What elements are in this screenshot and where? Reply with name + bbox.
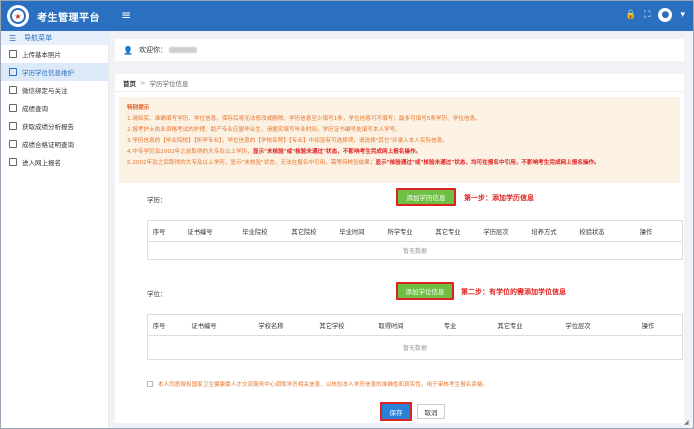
sidebar-item-education[interactable]: 学历学位信息维护 — [1, 63, 108, 81]
consent-row: 本人同意授权国家卫生健康委人才交流服务中心调取学历相关信息，以核验本人学历信息的… — [147, 380, 488, 388]
notice-text: 4.中专学历及2002年之前取得的大专及以上学历， — [127, 149, 253, 155]
column-header: 学位层次 — [565, 322, 591, 330]
notice-line: 4.中专学历及2002年之前取得的大专及以上学历，显示"未核验"或"核验未通过"… — [127, 147, 672, 158]
breadcrumb-current: 学历学位信息 — [149, 79, 189, 88]
column-header: 其它学校 — [319, 322, 345, 330]
save-button[interactable]: 保存 — [380, 402, 412, 421]
column-header: 序号 — [152, 322, 166, 330]
lock-icon[interactable]: 🔒 — [625, 10, 636, 20]
sidebar-item-upload-photo[interactable]: 上传基本照片 — [1, 45, 108, 63]
column-header: 其它专业 — [497, 322, 523, 330]
wechat-icon — [9, 86, 17, 94]
step-one-text: 第一步：添加学历信息 — [464, 194, 534, 202]
degree-table: 序号 证书编号 学校名称 其它学校 取得时间 专业 其它专业 学位层次 操作 暂… — [147, 314, 683, 360]
add-education-button[interactable]: 添加学历信息 — [396, 188, 456, 206]
welcome-text: 欢迎你： — [138, 46, 167, 54]
document-icon — [9, 68, 17, 76]
step-two-text: 第二步：有学位的需添加学位信息 — [461, 288, 566, 296]
sidebar-item-certificate[interactable]: 成绩合格证明查询 — [1, 135, 108, 153]
hamburger-icon[interactable]: ≡ — [121, 9, 133, 21]
breadcrumb-separator: > — [140, 78, 146, 87]
column-header: 操作 — [641, 322, 655, 330]
column-header: 其它院校 — [291, 228, 317, 236]
sidebar-heading-label: 导航菜单 — [24, 34, 53, 42]
sidebar-item-label: 成绩合格证明查询 — [22, 141, 74, 149]
column-header: 毕业时间 — [339, 228, 365, 236]
sidebar-heading: ☰ 导航菜单 — [1, 31, 108, 45]
notice-title: 特别提示 — [127, 105, 150, 111]
sidebar-item-label: 成绩查询 — [22, 105, 48, 113]
column-header: 其它专业 — [435, 228, 461, 236]
file-icon — [9, 104, 17, 112]
sidebar-item-label: 获取成绩分析报告 — [22, 123, 74, 131]
column-header: 取得时间 — [378, 322, 404, 330]
top-bar: ★ 考生管理平台 ≡ 🔒 ⛶ ● ▾ — [1, 1, 693, 31]
column-header: 校验状态 — [579, 228, 605, 236]
sidebar-item-label: 上传基本照片 — [22, 51, 61, 59]
notice-text: 5.2002年及之后取得的大专及以上学历，显示"未核验"状态，无法在报名中引用，… — [127, 160, 376, 166]
user-icon: 👤 — [123, 45, 133, 55]
column-header: 所学专业 — [387, 228, 413, 236]
notice-line: 3.学历信息的【毕业院校】【所学专业】，学位信息的【学校名称】【专业】中如没有可… — [127, 138, 448, 144]
resize-handle-icon[interactable]: ◢ — [684, 419, 692, 427]
menu-icon: ☰ — [9, 33, 17, 43]
logo: ★ — [7, 5, 29, 27]
table-header: 序号 证书编号 毕业院校 其它院校 毕业时间 所学专业 其它专业 学历层次 培养… — [148, 221, 682, 242]
app-title: 考生管理平台 — [37, 12, 100, 24]
education-label: 学历： — [147, 196, 167, 204]
breadcrumb-home[interactable]: 首页 — [123, 78, 136, 88]
column-header: 序号 — [152, 228, 166, 236]
redacted-username — [168, 47, 197, 53]
image-icon — [9, 50, 17, 58]
notice-line: 2.报考护士执业资格考试的护理、助产专业应届毕业生，请据实填写毕业时间，学历证书… — [127, 127, 401, 133]
notice-box: 特别提示 1.请如实、准确填写学历、学位信息，保存后将无法修改或删除。学历信息至… — [119, 97, 680, 183]
column-header: 证书编号 — [187, 228, 213, 236]
sidebar-item-label: 微信绑定与关注 — [22, 87, 68, 95]
chevron-down-icon[interactable]: ▾ — [680, 10, 685, 20]
fullscreen-icon[interactable]: ⛶ — [644, 10, 650, 20]
column-header: 专业 — [443, 322, 457, 330]
column-header: 证书编号 — [191, 322, 217, 330]
column-header: 学校名称 — [258, 322, 284, 330]
sidebar-item-registration[interactable]: 进入网上报名 — [1, 153, 108, 171]
certificate-icon — [9, 140, 17, 148]
sidebar: ☰ 导航菜单 上传基本照片 学历学位信息维护 微信绑定与关注 成绩查询 获取成绩… — [1, 31, 109, 428]
column-header: 培养方式 — [531, 228, 557, 236]
top-icons: 🔒 ⛶ ● ▾ — [625, 8, 685, 22]
table-header: 序号 证书编号 学校名称 其它学校 取得时间 专业 其它专业 学位层次 操作 — [148, 315, 682, 336]
notice-line: 5.2002年及之后取得的大专及以上学历，显示"未核验"状态，无法在报名中引用，… — [127, 158, 672, 169]
education-table: 序号 证书编号 毕业院校 其它院校 毕业时间 所学专业 其它专业 学历层次 培养… — [147, 220, 683, 260]
notice-highlight: 显示"未核验"或"核验未通过"状态，不影响考生完成网上报名操作。 — [252, 149, 422, 155]
consent-checkbox[interactable] — [147, 381, 153, 387]
star-logo-icon: ★ — [10, 8, 26, 24]
sidebar-item-label: 进入网上报名 — [22, 159, 61, 167]
notice-highlight: 显示"核验通过"或"核验未通过"状态，均可在报名中引用，不影响考生完成网上报名操… — [375, 160, 600, 166]
report-icon — [9, 122, 17, 130]
consent-text: 本人同意授权国家卫生健康委人才交流服务中心调取学历相关信息，以核验本人学历信息的… — [158, 382, 489, 388]
empty-state: 暂无数据 — [402, 248, 427, 255]
welcome-bar: 👤 欢迎你： — [115, 39, 684, 61]
enter-icon — [9, 158, 17, 166]
user-avatar-icon[interactable]: ● — [658, 8, 673, 22]
sidebar-item-wechat[interactable]: 微信绑定与关注 — [1, 81, 108, 99]
column-header: 操作 — [639, 228, 653, 236]
sidebar-item-report[interactable]: 获取成绩分析报告 — [1, 117, 108, 135]
notice-line: 1.请如实、准确填写学历、学位信息，保存后将无法修改或删除。学历信息至少填写1条… — [127, 116, 481, 122]
sidebar-item-score-query[interactable]: 成绩查询 — [1, 99, 108, 117]
sidebar-item-label: 学历学位信息维护 — [22, 69, 74, 77]
cancel-button[interactable]: 取消 — [417, 404, 445, 419]
column-header: 学历层次 — [483, 228, 509, 236]
column-header: 毕业院校 — [242, 228, 268, 236]
breadcrumb: 首页 > 学历学位信息 — [115, 74, 684, 92]
degree-label: 学位： — [147, 290, 167, 298]
empty-state: 暂无数据 — [402, 344, 427, 352]
add-degree-button[interactable]: 添加学位信息 — [396, 282, 454, 300]
